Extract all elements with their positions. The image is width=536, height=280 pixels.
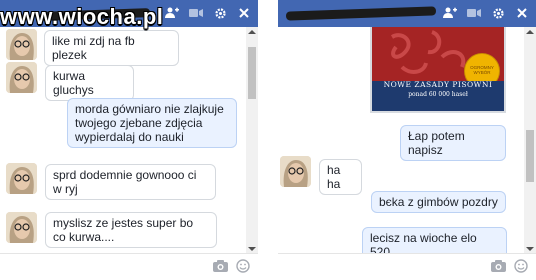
close-icon[interactable] bbox=[514, 5, 530, 21]
scrollbar[interactable] bbox=[246, 27, 258, 254]
emoji-icon[interactable] bbox=[514, 259, 528, 276]
book-subtitle: ponad 60 000 haseł bbox=[408, 91, 468, 98]
my-message-bubble: Łap potem napisz bbox=[400, 125, 506, 161]
video-call-icon[interactable] bbox=[466, 5, 482, 21]
add-friend-icon[interactable] bbox=[164, 5, 180, 21]
book-title: NOWE ZASADY PISOWNI bbox=[383, 80, 493, 89]
chat-window-right: OGROMNY WYBÓR NOWE ZASADY PISOWNI ponad … bbox=[278, 0, 536, 280]
avatar bbox=[6, 62, 37, 93]
redacted-contact-name bbox=[285, 6, 437, 21]
message-bubble: kurwa gluchys bbox=[45, 65, 134, 101]
scroll-up-arrow[interactable] bbox=[248, 30, 256, 34]
message-bubble: like mi zdj na fb plezek bbox=[44, 30, 179, 66]
settings-gear-icon[interactable] bbox=[212, 5, 228, 21]
message-list: OGROMNY WYBÓR NOWE ZASADY PISOWNI ponad … bbox=[278, 27, 536, 254]
avatar bbox=[6, 212, 37, 243]
chat-window-left: like mi zdj na fb plezek kurwa gluchys m… bbox=[0, 0, 258, 280]
settings-gear-icon[interactable] bbox=[490, 5, 506, 21]
scrollbar[interactable] bbox=[524, 27, 536, 254]
add-friend-icon[interactable] bbox=[442, 5, 458, 21]
message-bubble: ha ha bbox=[319, 159, 362, 195]
scroll-up-arrow[interactable] bbox=[526, 30, 534, 34]
my-message-bubble: bєka z gimbów pozdry bbox=[371, 191, 506, 213]
message-list: like mi zdj na fb plezek kurwa gluchys m… bbox=[0, 27, 258, 254]
avatar bbox=[6, 163, 37, 194]
composer-bar[interactable] bbox=[278, 253, 536, 280]
message-bubble: myslisz ze jestes super bo co kurwa.... bbox=[45, 212, 217, 248]
watermark: www.wiocha.pl bbox=[0, 4, 164, 29]
avatar bbox=[280, 156, 311, 187]
scroll-thumb[interactable] bbox=[248, 47, 256, 99]
shared-image-book-cover[interactable]: OGROMNY WYBÓR NOWE ZASADY PISOWNI ponad … bbox=[370, 27, 506, 113]
camera-icon[interactable] bbox=[213, 259, 228, 276]
scroll-down-arrow[interactable] bbox=[248, 247, 256, 251]
close-icon[interactable] bbox=[236, 5, 252, 21]
camera-icon[interactable] bbox=[491, 259, 506, 276]
composer-bar[interactable] bbox=[0, 253, 258, 280]
my-message-bubble: lecisz na wioche elo 520 bbox=[362, 227, 507, 254]
emoji-icon[interactable] bbox=[236, 259, 250, 276]
message-bubble: sprd dodemnie gownooo ci w ryj bbox=[45, 164, 216, 200]
chat-header[interactable] bbox=[278, 0, 536, 27]
my-message-bubble: morda gówniaro nie zlajkuje twojego zjeb… bbox=[67, 98, 237, 148]
scroll-down-arrow[interactable] bbox=[526, 247, 534, 251]
video-call-icon[interactable] bbox=[188, 5, 204, 21]
scroll-thumb[interactable] bbox=[526, 130, 534, 182]
avatar bbox=[6, 29, 37, 60]
